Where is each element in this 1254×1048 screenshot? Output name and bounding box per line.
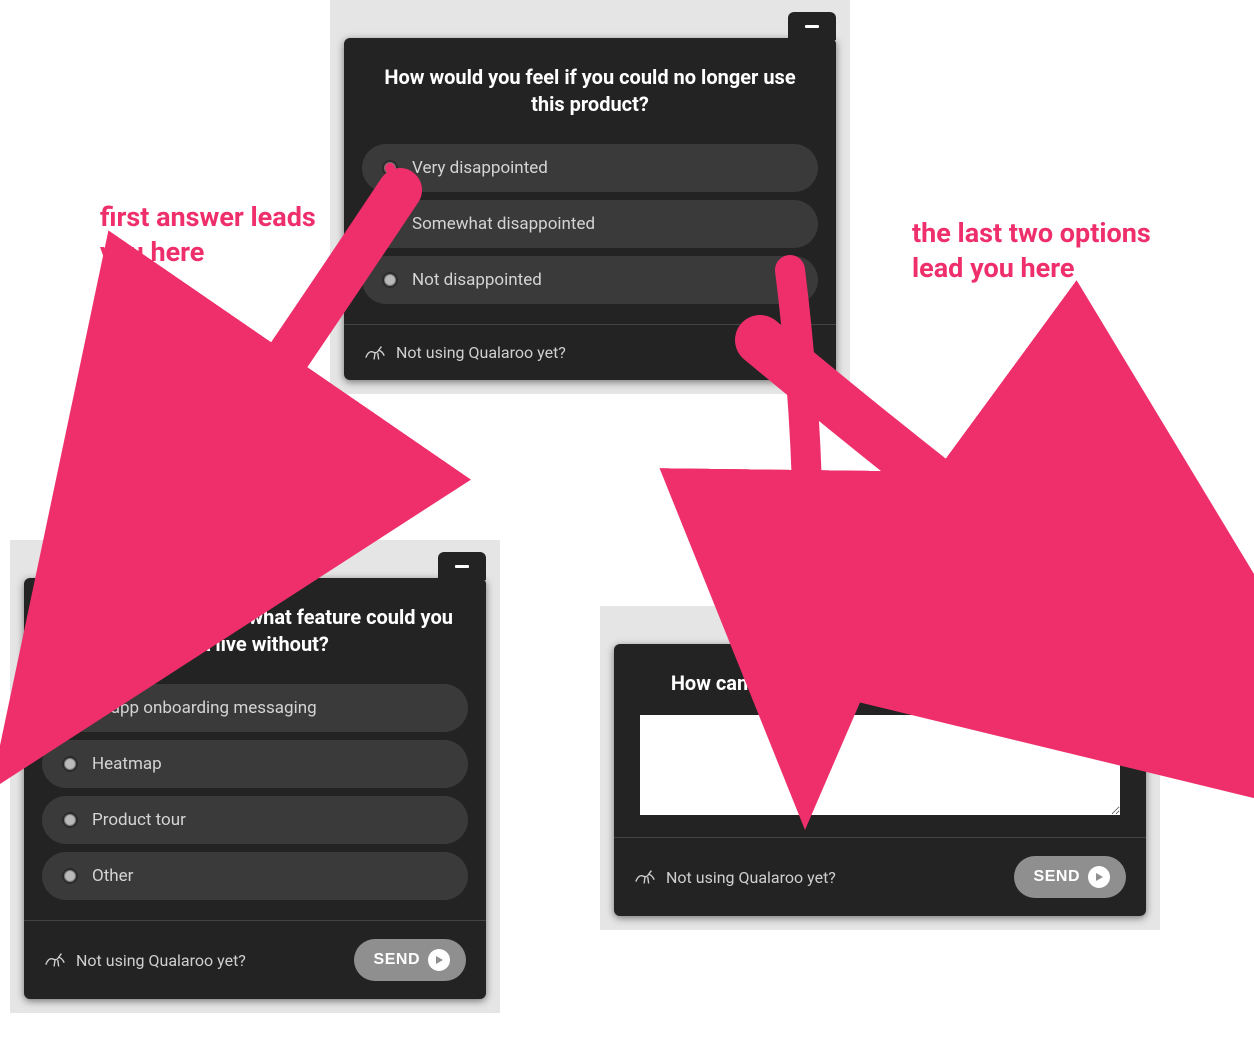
arrow-right-b	[0, 0, 1254, 1048]
